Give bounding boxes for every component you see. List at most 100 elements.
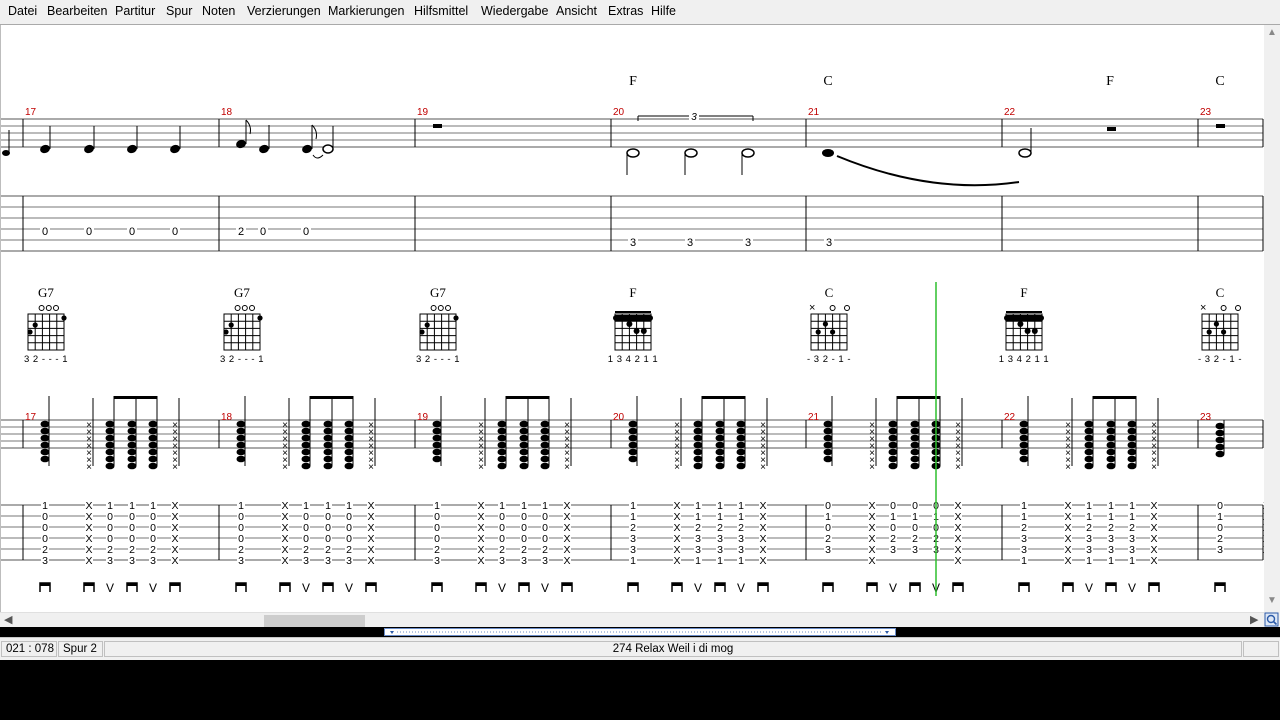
chord-note-head — [715, 462, 725, 470]
tab-number: X — [954, 555, 961, 567]
zoom-icon[interactable] — [1264, 612, 1280, 627]
tab-number: 3 — [521, 555, 527, 567]
strum-down-bar — [170, 583, 180, 586]
measure-number: 23 — [1200, 107, 1212, 118]
track-selector-bar[interactable] — [384, 628, 896, 636]
horizontal-scrollbar[interactable]: ◀ ▶ — [0, 612, 1264, 627]
chord-note-head — [344, 448, 354, 456]
menu-bearbeiten[interactable]: Bearbeiten — [47, 4, 107, 18]
open-string — [1235, 305, 1241, 311]
chord-note-head — [1084, 420, 1094, 428]
chord-grid — [419, 313, 457, 351]
position-field: 021 : 078 — [1, 641, 57, 657]
chord-note-head — [1084, 441, 1094, 449]
chord-note-head — [736, 448, 746, 456]
vertical-scrollbar[interactable]: ▲ ▼ — [1264, 25, 1280, 612]
status-extra-field — [1243, 641, 1279, 657]
finger-dot — [1031, 328, 1038, 334]
note-head — [302, 144, 312, 154]
menu-datei[interactable]: Datei — [8, 4, 37, 18]
finger-dot — [453, 315, 459, 321]
chord-note-head — [127, 434, 137, 442]
chord-note-head — [715, 427, 725, 435]
open-string — [45, 305, 52, 311]
chord-note-head — [1215, 436, 1225, 444]
score-canvas[interactable]: 17 18 19 20 21 22 23F C F C30 0 0 0 2 0 03 3 3 3G73 2 - - … — [1, 25, 1264, 612]
chord-note-head — [888, 434, 898, 442]
chord-note-head — [301, 455, 311, 463]
chord-note-head — [497, 455, 507, 463]
chord-note-head — [301, 462, 311, 470]
chord-note-head — [1106, 455, 1116, 463]
chord-note-head — [344, 455, 354, 463]
open-string — [53, 305, 59, 311]
strum-down-bar — [84, 583, 94, 586]
menu-wiedergabe[interactable]: Wiedergabe — [481, 4, 548, 18]
score-view[interactable]: 17 18 19 20 21 22 23 F C F C 3 0 0 0 0 2 0 0 3 3 3 3 G7 3 2 - - … — [0, 25, 1264, 612]
scroll-up-icon[interactable]: ▲ — [1267, 27, 1277, 38]
chord-note-head — [1215, 422, 1225, 430]
menu-extras[interactable]: Extras — [608, 4, 643, 18]
strum-down-bar — [867, 583, 877, 586]
chord-note-head — [497, 462, 507, 470]
chord-note-head — [1019, 455, 1029, 463]
chord-note-head — [1084, 448, 1094, 456]
chord-note-head — [497, 427, 507, 435]
chord-note-head — [1084, 455, 1094, 463]
scroll-left-icon[interactable]: ◀ — [4, 613, 12, 626]
chord-note-head — [301, 434, 311, 442]
strum-up-mark: V — [1085, 581, 1093, 595]
chord-note-head — [693, 434, 703, 442]
chord-note-head — [888, 420, 898, 428]
menu-partitur[interactable]: Partitur — [115, 4, 155, 18]
tab-number: 3 — [303, 555, 309, 567]
tab-number: X — [171, 555, 178, 567]
chord-note-head — [432, 441, 442, 449]
chord-note-head — [519, 427, 529, 435]
strum-down-bar — [40, 583, 50, 586]
tab-number: X — [367, 555, 374, 567]
chord-note-head — [910, 455, 920, 463]
chord-note-head — [148, 420, 158, 428]
menu-noten[interactable]: Noten — [202, 4, 235, 18]
menu-spur[interactable]: Spur — [166, 4, 192, 18]
tab-number: 3 — [825, 544, 831, 556]
chord-note-head — [736, 462, 746, 470]
menu-hilfe[interactable]: Hilfe — [651, 4, 676, 18]
menu-markierungen[interactable]: Markierungen — [328, 4, 404, 18]
menu-ansicht[interactable]: Ansicht — [556, 4, 597, 18]
chord-fingering: 1 3 4 2 1 1 — [999, 354, 1049, 365]
tab-number: 3 — [129, 555, 135, 567]
chord-note-head — [910, 420, 920, 428]
beam — [1093, 396, 1136, 399]
chord-note-head — [1106, 427, 1116, 435]
whole-note-head — [822, 149, 834, 157]
scroll-right-icon[interactable]: ▶ — [1250, 613, 1258, 626]
chord-fingering: 1 3 4 2 1 1 — [608, 354, 658, 365]
chord-note-head — [127, 420, 137, 428]
chord-note-head — [888, 462, 898, 470]
chord-note-head — [1127, 434, 1137, 442]
tab-number: 3 — [745, 237, 751, 249]
chord-note-head — [497, 448, 507, 456]
strum-down-bar — [432, 583, 442, 586]
scroll-down-icon[interactable]: ▼ — [1267, 595, 1277, 606]
open-string — [437, 305, 444, 311]
chord-note-head — [823, 434, 833, 442]
chord-note-head — [519, 455, 529, 463]
open-string — [38, 305, 45, 311]
chord-diagram-name: G7 — [38, 285, 54, 300]
chord-note-head — [127, 448, 137, 456]
tuplet-number: 3 — [691, 112, 697, 123]
chord-note-head — [540, 441, 550, 449]
song-title: 274 Relax Weil i di mog — [612, 643, 734, 655]
menu-verzierungen[interactable]: Verzierungen — [247, 4, 321, 18]
strum-down-bar — [953, 583, 963, 586]
chord-note-head — [823, 427, 833, 435]
horizontal-scroll-thumb[interactable] — [264, 615, 365, 627]
chord-note-head — [105, 434, 115, 442]
menu-hilfsmittel[interactable]: Hilfsmittel — [414, 4, 468, 18]
chord-note-head — [105, 455, 115, 463]
chord-note-head — [1215, 429, 1225, 437]
chord-note-head — [432, 434, 442, 442]
